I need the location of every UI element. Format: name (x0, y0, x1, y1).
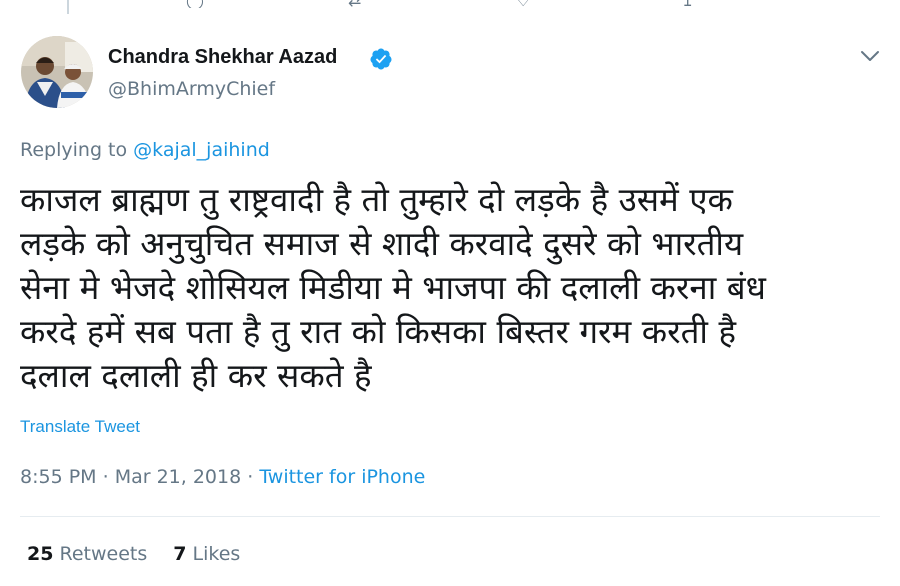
replying-to-label: Replying to (20, 139, 128, 161)
retweets-label: Retweets (59, 543, 148, 565)
tweet-text-line: करदे हमें सब पता है तु रात को किसका बिस्… (20, 312, 736, 351)
tweet-text-line: काजल ब्राह्मण तु राष्ट्रवादी है तो तुम्ह… (20, 180, 733, 219)
retweet-icon[interactable]: ⇄ (348, 0, 361, 8)
share-icon[interactable]: ↥ (681, 0, 694, 8)
like-icon[interactable]: ♡ (516, 0, 530, 8)
tweet-time[interactable]: 8:55 PM (20, 466, 97, 488)
tweet-stats: 25 Retweets 7 Likes (27, 543, 240, 565)
likes-label: Likes (192, 543, 241, 565)
retweets-stat[interactable]: 25 Retweets (27, 543, 147, 565)
author-display-name[interactable]: Chandra Shekhar Aazad (108, 46, 337, 69)
tweet-text-line: लड़के को अनुचुचित समाज से शादी करवादे दु… (20, 224, 744, 263)
previous-tweet-action-bar: ◯ ⇄ ♡ ↥ (0, 0, 900, 8)
tweet-date[interactable]: Mar 21, 2018 (115, 466, 242, 488)
divider (20, 516, 880, 517)
likes-stat[interactable]: 7 Likes (173, 543, 240, 565)
tweet-text-line: दलाल दलाली ही कर सकते है (20, 356, 372, 395)
retweets-count: 25 (27, 543, 54, 565)
reply-mention-link[interactable]: @kajal_jaihind (133, 139, 270, 161)
tweet-text: काजल ब्राह्मण तु राष्ट्रवादी है तो तुम्ह… (20, 178, 880, 398)
verified-badge-icon (370, 48, 392, 70)
avatar-photo (21, 36, 93, 108)
tweet-text-line: सेना मे भेजदे शोसियल मिडीया मे भाजपा की … (20, 268, 766, 307)
avatar[interactable] (21, 36, 93, 108)
chevron-down-icon[interactable] (858, 44, 882, 68)
author-handle[interactable]: @BhimArmyChief (108, 78, 275, 100)
tweet-metadata: 8:55 PM · Mar 21, 2018 · Twitter for iPh… (20, 466, 425, 488)
tweet-card: ◯ ⇄ ♡ ↥ Chandra Shekhar Aazad @BhimArmyC… (0, 0, 900, 586)
translate-tweet-link[interactable]: Translate Tweet (20, 417, 140, 437)
meta-separator: · (96, 466, 115, 488)
reply-icon[interactable]: ◯ (186, 0, 204, 8)
tweet-source-link[interactable]: Twitter for iPhone (259, 466, 425, 488)
likes-count: 7 (173, 543, 187, 565)
meta-separator: · (241, 466, 260, 488)
replying-to: Replying to @kajal_jaihind (20, 139, 270, 161)
